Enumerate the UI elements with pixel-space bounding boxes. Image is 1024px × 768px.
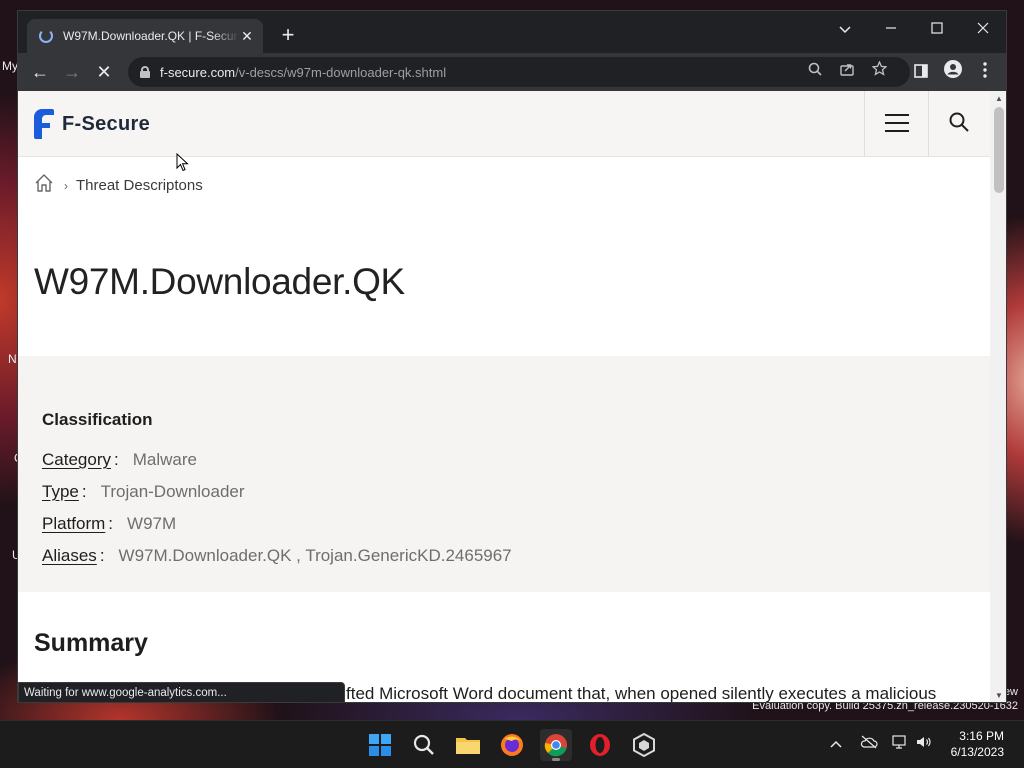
minimize-button[interactable] (876, 17, 906, 41)
colon: : (108, 514, 114, 533)
type-value: Trojan-Downloader (100, 482, 245, 501)
category-link[interactable]: Category (42, 450, 111, 470)
new-tab-button[interactable]: + (276, 23, 300, 47)
classification-row-type: Type: Trojan-Downloader (42, 482, 245, 502)
chrome-icon[interactable] (540, 729, 572, 761)
scroll-down-arrow-icon[interactable]: ▼ (994, 691, 1004, 700)
classification-heading: Classification (42, 410, 153, 429)
share-icon[interactable] (836, 61, 858, 83)
breadcrumb-threat-descriptions[interactable]: Threat Descriptons (76, 177, 203, 194)
clock-date: 6/13/2023 (950, 745, 1004, 759)
browser-toolbar: ← → ✕ f-secure.com/v-descs/w97m-download… (18, 53, 1006, 91)
platform-link[interactable]: Platform (42, 514, 105, 534)
breadcrumb: › Threat Descriptons (34, 173, 203, 198)
status-bubble: Waiting for www.google-analytics.com... (18, 682, 345, 702)
scrollbar-thumb[interactable] (994, 107, 1004, 193)
chevron-up-icon[interactable] (830, 735, 842, 751)
scroll-up-arrow-icon[interactable]: ▲ (994, 94, 1004, 103)
bookmark-star-icon[interactable] (868, 60, 890, 83)
kebab-menu-icon[interactable] (972, 59, 998, 85)
address-bar[interactable]: f-secure.com/v-descs/w97m-downloader-qk.… (128, 57, 910, 87)
header-divider (928, 91, 929, 157)
type-link[interactable]: Type (42, 482, 79, 502)
clock-time: 3:16 PM (959, 729, 1004, 743)
file-explorer-icon[interactable] (452, 729, 484, 761)
colon: : (81, 482, 87, 501)
summary-heading: Summary (34, 629, 148, 657)
desktop-icon-label: N (8, 352, 17, 366)
summary-text: fted Microsoft Word document that, when … (346, 684, 937, 703)
onedrive-offline-icon[interactable] (860, 735, 878, 752)
desktop-icon-label: My (2, 59, 18, 73)
tab-title: W97M.Downloader.QK | F-Secure (63, 29, 239, 43)
hamburger-menu-icon[interactable] (885, 113, 909, 133)
classification-row-platform: Platform: W97M (42, 514, 176, 534)
colon: : (113, 450, 119, 469)
package-app-icon[interactable] (628, 729, 660, 761)
page-scrollbar[interactable]: ▲ ▼ (990, 91, 1006, 702)
colon: : (99, 546, 105, 565)
url-host: f-secure.com (160, 64, 236, 80)
tab-search-icon[interactable] (830, 17, 860, 41)
maximize-button[interactable] (922, 17, 952, 41)
stop-loading-button[interactable]: ✕ (91, 59, 117, 85)
browser-tab[interactable]: W97M.Downloader.QK | F-Secure ✕ (27, 19, 263, 53)
mouse-cursor-icon (176, 153, 189, 172)
classification-row-category: Category: Malware (42, 450, 197, 470)
fsecure-logo[interactable]: F-Secure (34, 109, 150, 139)
logo-text: F-Secure (62, 112, 150, 135)
start-button[interactable] (364, 729, 396, 761)
tab-strip: W97M.Downloader.QK | F-Secure ✕ + (18, 11, 1006, 53)
platform-value: W97M (127, 514, 177, 533)
forward-button[interactable]: → (59, 59, 85, 85)
page-viewport: F-Secure › Threat Descriptons W97M.Downl… (18, 91, 990, 703)
opera-icon[interactable] (584, 729, 616, 761)
network-icon[interactable] (892, 735, 910, 752)
browser-window: W97M.Downloader.QK | F-Secure ✕ + ← → ✕ … (17, 10, 1007, 703)
home-icon[interactable] (34, 173, 54, 198)
loading-spinner-icon (39, 29, 53, 43)
taskbar: 3:16 PM 6/13/2023 (0, 720, 1024, 768)
aliases-link[interactable]: Aliases (42, 546, 97, 566)
volume-icon[interactable] (916, 735, 934, 752)
active-indicator (552, 758, 560, 761)
classification-panel: Classification Category: Malware Type: Tro… (18, 356, 990, 592)
site-search-icon[interactable] (947, 110, 971, 134)
search-taskbar-icon[interactable] (408, 729, 440, 761)
side-panel-icon[interactable] (908, 59, 934, 85)
firefox-icon[interactable] (496, 729, 528, 761)
site-header: F-Secure (18, 91, 990, 157)
zoom-search-icon[interactable] (804, 61, 826, 83)
header-divider (864, 91, 865, 157)
system-clock[interactable]: 3:16 PM 6/13/2023 (951, 728, 1004, 760)
profile-avatar-icon[interactable] (940, 59, 966, 85)
classification-row-aliases: Aliases: W97M.Downloader.QK , Trojan.Gene… (42, 546, 512, 566)
chevron-right-icon: › (64, 178, 68, 193)
back-button[interactable]: ← (27, 59, 53, 85)
category-value: Malware (132, 450, 197, 469)
tab-close-icon[interactable]: ✕ (239, 28, 255, 45)
fsecure-logo-mark (34, 109, 54, 139)
page-title: W97M.Downloader.QK (34, 261, 405, 302)
lock-icon[interactable] (140, 66, 150, 78)
close-window-button[interactable] (968, 17, 998, 41)
url-path: /v-descs/w97m-downloader-qk.shtml (235, 64, 447, 80)
aliases-value: W97M.Downloader.QK , Trojan.GenericKD.24… (118, 546, 512, 565)
